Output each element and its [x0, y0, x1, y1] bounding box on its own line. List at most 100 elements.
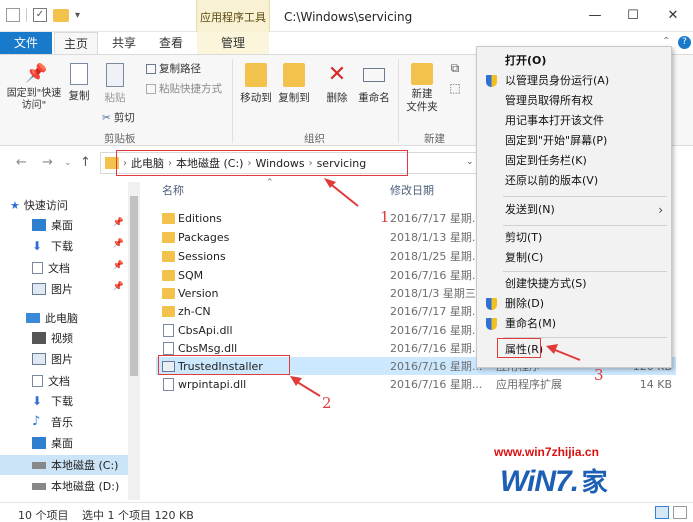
context-menu: 打开(O) 以管理员身份运行(A) 管理员取得所有权 用记事本打开该文件 固定到…	[476, 46, 672, 368]
tab-share[interactable]: 共享	[104, 32, 144, 54]
item-count: 10 个项目	[18, 509, 69, 522]
new-group-label: 新建	[424, 133, 445, 145]
sidebar-item-desktop[interactable]: 桌面 📌	[0, 215, 128, 235]
pin-icon: 📌	[112, 239, 124, 249]
tab-file[interactable]: 文件	[0, 32, 52, 54]
menu-item-cut[interactable]: 剪切(T)	[477, 228, 671, 248]
menu-item-create-shortcut[interactable]: 创建快捷方式(S)	[477, 274, 671, 294]
quick-access-toolbar: ✓ ▾	[6, 8, 80, 22]
folder-icon	[162, 269, 175, 281]
menu-item-rename[interactable]: 重命名(M)	[477, 314, 671, 334]
up-arrow-icon[interactable]: ↑	[80, 155, 91, 170]
paste-shortcut-icon	[146, 83, 156, 94]
minimize-button[interactable]: —	[580, 6, 610, 26]
menu-item-open-with-notepad[interactable]: 用记事本打开该文件	[477, 111, 671, 131]
tab-manage[interactable]: 管理	[197, 32, 269, 54]
maximize-button[interactable]: ☐	[618, 6, 648, 26]
drive-icon	[32, 482, 46, 490]
forward-arrow-icon[interactable]: →	[42, 155, 53, 170]
uac-shield-icon	[486, 75, 497, 87]
sidebar-item-documents[interactable]: 文档 📌	[0, 258, 128, 278]
sidebar-item-d-drive[interactable]: 本地磁盘 (D:)	[0, 476, 128, 496]
paste-shortcut-button[interactable]: 粘贴快捷方式	[146, 81, 222, 96]
scrollbar-thumb[interactable]	[130, 196, 138, 376]
uac-shield-icon	[486, 298, 497, 310]
move-to-button[interactable]: 移动到	[238, 63, 274, 105]
large-icons-view-icon[interactable]	[673, 506, 687, 519]
copy-to-icon	[283, 63, 305, 87]
tab-home[interactable]: 主页	[54, 32, 98, 54]
sidebar-item-downloads[interactable]: ⬇ 下载 📌	[0, 236, 128, 256]
folder-icon	[162, 287, 175, 299]
menu-item-copy[interactable]: 复制(C)	[477, 248, 671, 268]
copy-to-button[interactable]: 复制到	[276, 63, 312, 105]
download-icon: ⬇	[32, 394, 43, 408]
sidebar-item-quick-access[interactable]: ★ 快速访问	[10, 195, 138, 215]
menu-item-delete[interactable]: 删除(D)	[477, 294, 671, 314]
title-bar: ✓ ▾ 应用程序工具 C:\Windows\servicing — ☐ ✕	[0, 0, 693, 32]
copy-button[interactable]: 复制	[64, 63, 94, 103]
menu-item-pin-to-taskbar[interactable]: 固定到任务栏(K)	[477, 151, 671, 171]
copy-path-button[interactable]: 复制路径	[146, 61, 201, 76]
sort-ascending-icon: ⌃	[266, 178, 274, 188]
address-highlight-box	[116, 150, 408, 176]
menu-item-run-as-admin[interactable]: 以管理员身份运行(A)	[477, 71, 671, 91]
organize-group-label: 组织	[304, 133, 325, 145]
customize-dropdown-icon[interactable]: ▾	[75, 10, 80, 21]
sidebar-item-desktop-pc[interactable]: 桌面	[0, 433, 128, 453]
new-folder-button[interactable]: 新建 文件夹	[404, 63, 440, 114]
easy-access-button[interactable]: ⬚	[444, 81, 466, 95]
folder-icon	[162, 250, 175, 262]
delete-button[interactable]: ✕ 删除	[322, 63, 352, 105]
tab-view[interactable]: 查看	[150, 32, 192, 54]
pin-quick-access-button[interactable]: 📌 固定到"快速访问"	[6, 63, 62, 112]
menu-item-restore-previous[interactable]: 还原以前的版本(V)	[477, 171, 671, 191]
star-icon: ★	[10, 198, 20, 212]
sidebar-scrollbar[interactable]	[128, 182, 140, 500]
new-folder-icon[interactable]	[53, 8, 69, 22]
sidebar-item-documents-pc[interactable]: 文档	[0, 371, 128, 391]
sidebar-item-downloads-pc[interactable]: ⬇ 下载	[0, 391, 128, 411]
window-title: C:\Windows\servicing	[284, 10, 413, 24]
sidebar-item-c-drive[interactable]: 本地磁盘 (C:)	[0, 455, 128, 475]
folder-icon	[162, 305, 175, 317]
new-item-button[interactable]: ⧉	[444, 61, 466, 76]
sidebar-item-pictures-pc[interactable]: 图片	[0, 349, 128, 369]
uac-shield-icon	[486, 318, 497, 330]
back-arrow-icon[interactable]: ←	[16, 155, 27, 170]
new-folder-icon	[411, 63, 433, 85]
properties-icon[interactable]: ✓	[33, 8, 47, 22]
sidebar-item-pictures[interactable]: 图片 📌	[0, 279, 128, 299]
close-button[interactable]: ✕	[658, 6, 688, 26]
column-header-name[interactable]: 名称	[162, 182, 184, 198]
drive-icon	[32, 461, 46, 469]
sidebar-item-videos[interactable]: 视频	[0, 328, 128, 348]
sidebar-item-music[interactable]: ♪ 音乐	[0, 412, 128, 432]
download-icon: ⬇	[32, 239, 43, 253]
menu-item-take-ownership[interactable]: 管理员取得所有权	[477, 91, 671, 111]
column-header-date[interactable]: 修改日期	[390, 182, 434, 198]
menu-item-send-to[interactable]: 发送到(N) ›	[477, 200, 671, 220]
delete-x-icon: ✕	[327, 62, 347, 87]
paste-button[interactable]: 粘贴	[100, 63, 130, 105]
pin-icon: 📌	[25, 63, 48, 84]
pin-icon: 📌	[112, 282, 124, 292]
selection-info: 选中 1 个项目 120 KB	[82, 509, 194, 522]
menu-item-pin-to-start[interactable]: 固定到"开始"屏幕(P)	[477, 131, 671, 151]
step-3-arrow-icon	[546, 344, 581, 361]
pin-icon: 📌	[112, 261, 124, 271]
new-item-icon: ⧉	[450, 61, 460, 75]
details-view-icon[interactable]	[655, 506, 669, 519]
recent-dropdown-icon[interactable]: ⌄	[64, 158, 72, 168]
rename-button[interactable]: 重命名	[356, 63, 392, 105]
sidebar-item-this-pc[interactable]: 此电脑	[0, 308, 128, 328]
address-dropdown-icon[interactable]: ⌄	[466, 157, 474, 167]
picture-icon	[32, 353, 46, 365]
menu-item-open[interactable]: 打开(O)	[477, 51, 671, 71]
cut-button[interactable]: ✂ 剪切	[102, 110, 135, 125]
clipboard-icon	[106, 63, 124, 87]
contextual-tab-title: 应用程序工具	[196, 0, 270, 32]
picture-icon	[32, 283, 46, 295]
help-icon[interactable]: ?	[678, 36, 691, 49]
selected-file-highlight-box	[158, 355, 290, 375]
